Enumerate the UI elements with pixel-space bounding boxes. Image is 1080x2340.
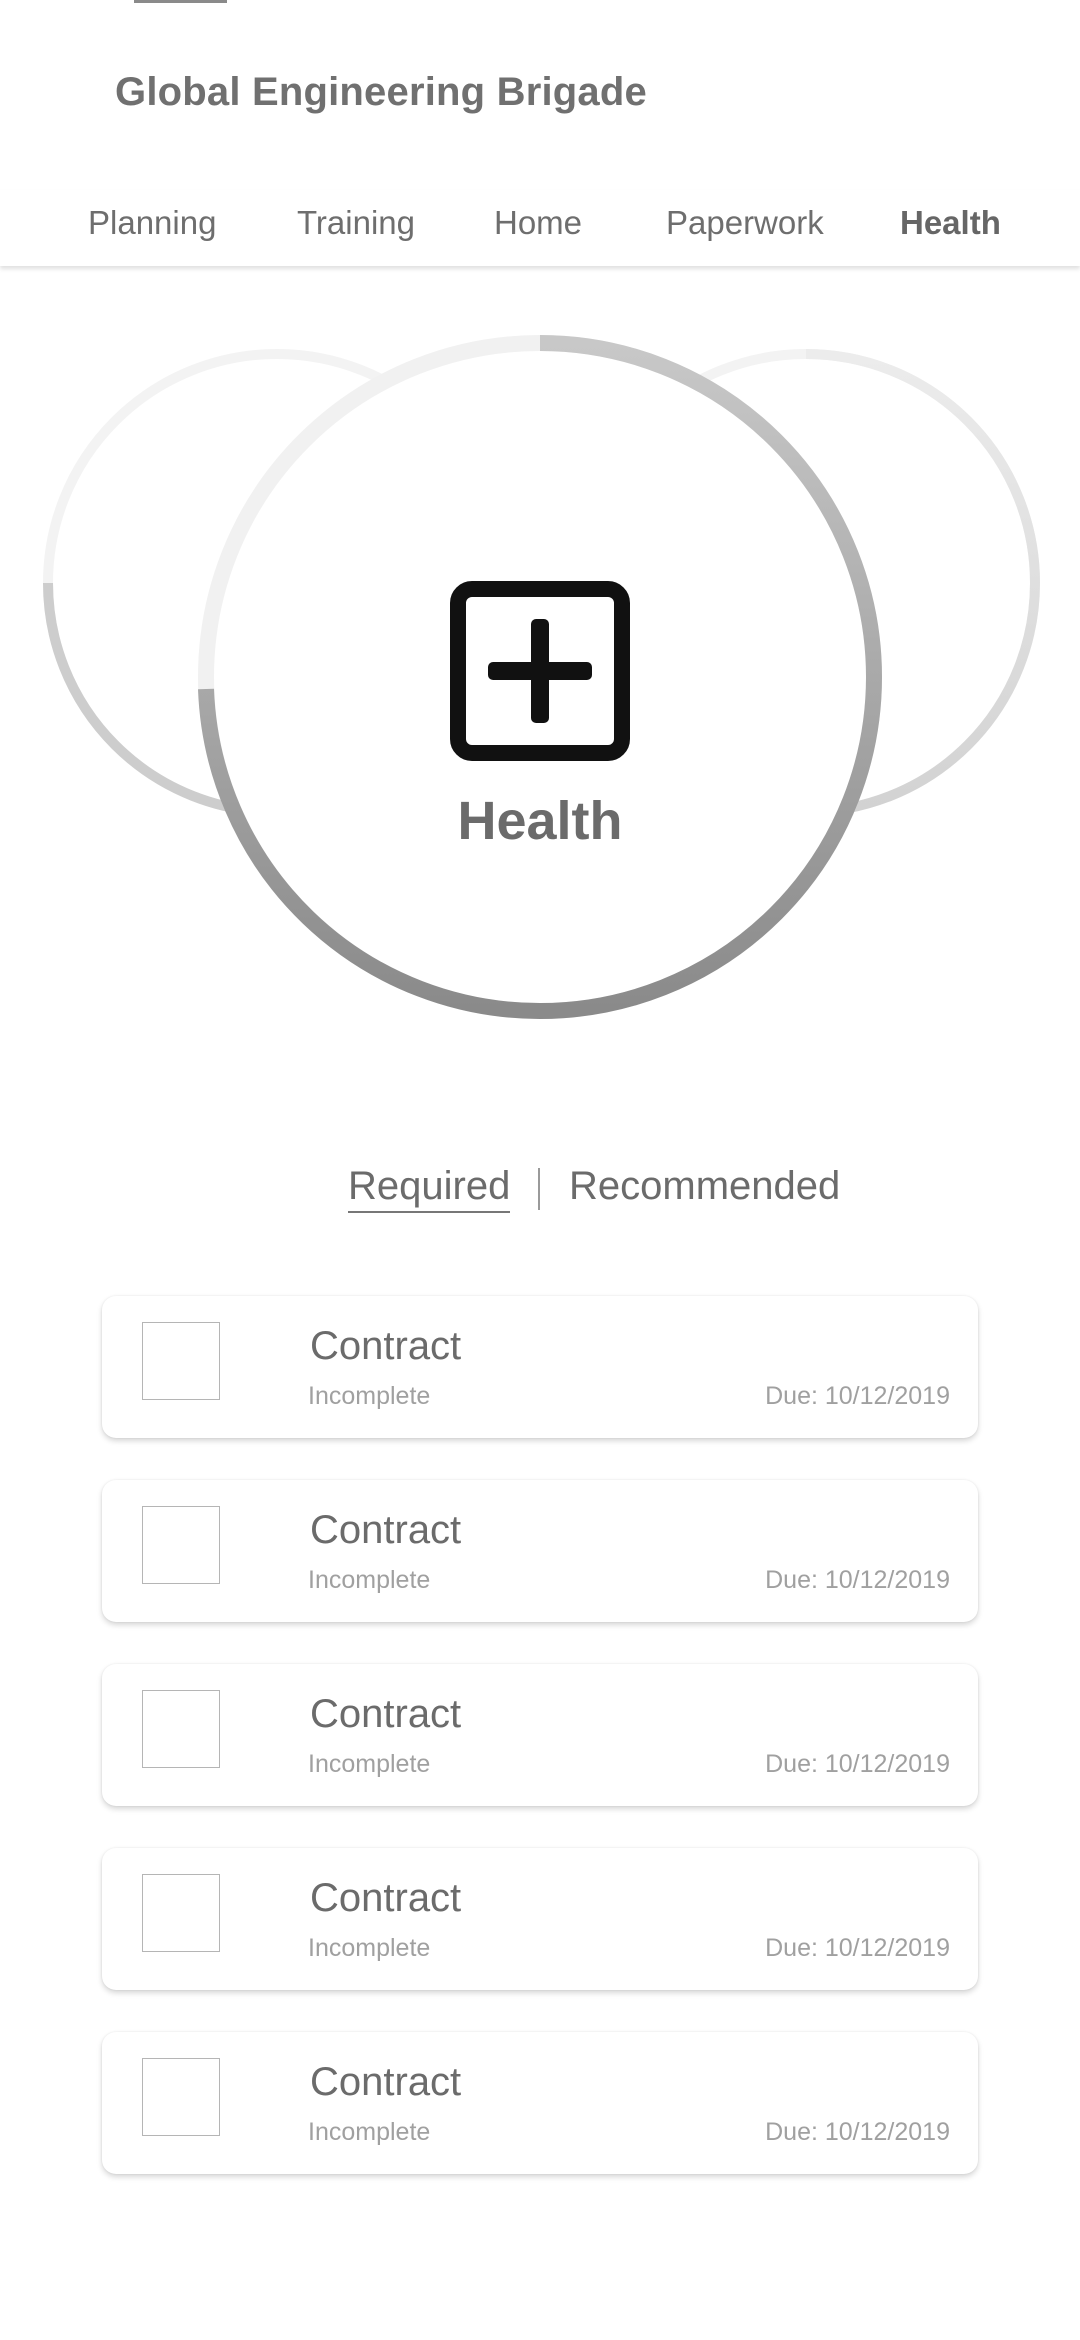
segment-divider — [538, 1168, 540, 1210]
nav-item-planning[interactable]: Planning — [88, 204, 216, 242]
task-title: Contract — [310, 2060, 462, 2104]
task-due-date: Due: 10/12/2019 — [765, 1934, 950, 1962]
task-card[interactable]: Contract Incomplete Due: 10/12/2019 — [102, 1848, 978, 1990]
task-title: Contract — [310, 1508, 462, 1552]
task-card[interactable]: Contract Incomplete Due: 10/12/2019 — [102, 1296, 978, 1438]
task-status: Incomplete — [308, 2118, 431, 2146]
task-status: Incomplete — [308, 1566, 431, 1594]
category-label: Health — [457, 791, 623, 851]
task-checkbox[interactable] — [142, 1322, 220, 1400]
task-title: Contract — [310, 1692, 462, 1736]
task-due-date: Due: 10/12/2019 — [765, 1382, 950, 1410]
tab-required[interactable]: Required — [348, 1164, 511, 1213]
nav-item-training[interactable]: Training — [297, 204, 415, 242]
task-status: Incomplete — [308, 1934, 431, 1962]
top-navigation: Planning Training Home Paperwork Health — [0, 190, 1080, 266]
task-filter-segment: Required Recommended — [0, 1160, 1080, 1220]
task-card[interactable]: Contract Incomplete Due: 10/12/2019 — [102, 1480, 978, 1622]
progress-rings — [43, 335, 1040, 1020]
category-carousel[interactable]: Health — [0, 270, 1080, 1070]
nav-item-health[interactable]: Health — [900, 204, 1001, 242]
task-due-date: Due: 10/12/2019 — [765, 2118, 950, 2146]
task-title: Contract — [310, 1324, 462, 1368]
task-due-date: Due: 10/12/2019 — [765, 1750, 950, 1778]
task-card[interactable]: Contract Incomplete Due: 10/12/2019 — [102, 2032, 978, 2174]
task-checkbox[interactable] — [142, 1506, 220, 1584]
tab-recommended[interactable]: Recommended — [569, 1164, 840, 1209]
task-card[interactable]: Contract Incomplete Due: 10/12/2019 — [102, 1664, 978, 1806]
task-checkbox[interactable] — [142, 2058, 220, 2136]
nav-item-paperwork[interactable]: Paperwork — [666, 204, 824, 242]
task-due-date: Due: 10/12/2019 — [765, 1566, 950, 1594]
task-title: Contract — [310, 1876, 462, 1920]
task-status: Incomplete — [308, 1750, 431, 1778]
task-status: Incomplete — [308, 1382, 431, 1410]
task-list: Contract Incomplete Due: 10/12/2019 Cont… — [102, 1296, 978, 2216]
task-checkbox[interactable] — [142, 1874, 220, 1952]
nav-item-home[interactable]: Home — [494, 204, 582, 242]
app-title: Global Engineering Brigade — [115, 70, 647, 114]
task-checkbox[interactable] — [142, 1690, 220, 1768]
top-tab-indicator — [134, 0, 227, 3]
